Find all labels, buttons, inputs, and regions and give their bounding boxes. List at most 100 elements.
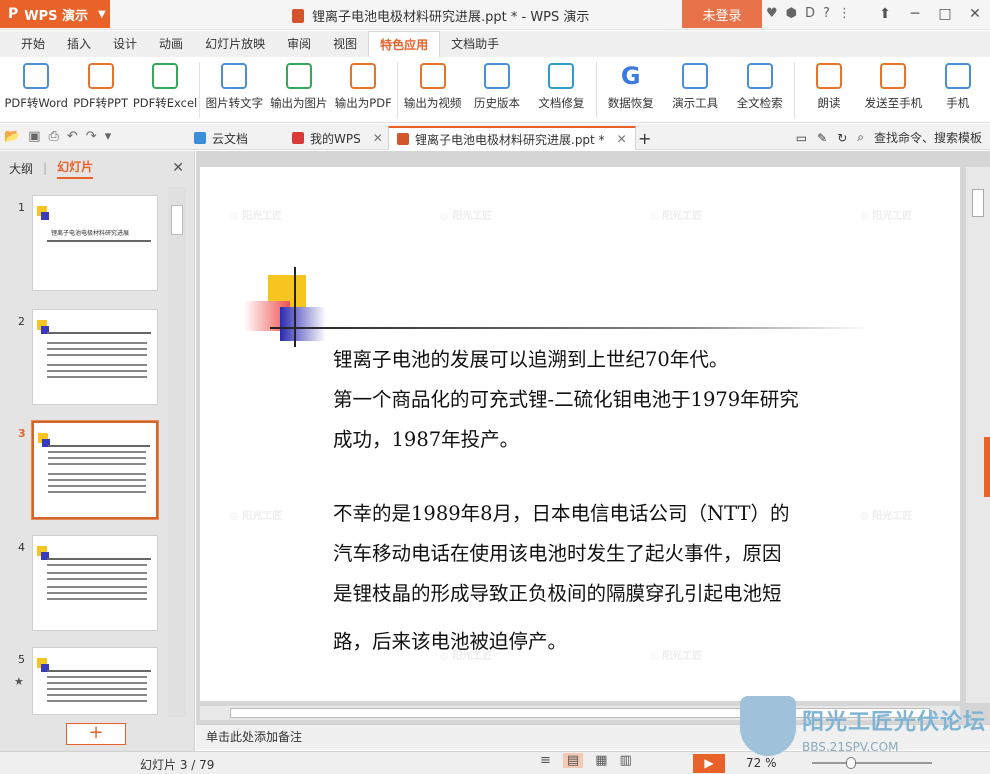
tab-start[interactable]: 开始 — [10, 31, 56, 57]
tab-slides[interactable]: 幻灯片 — [57, 158, 94, 179]
refresh-icon[interactable]: ↻ — [837, 131, 847, 145]
phone-icon — [880, 63, 907, 89]
image-to-text-button[interactable]: 图片转文字 — [202, 57, 266, 123]
collab-icon[interactable]: ✎ — [817, 131, 827, 145]
minimize-button[interactable]: ─ — [900, 0, 930, 28]
doc-repair-button[interactable]: 文档修复 — [529, 57, 593, 123]
restore-up-icon[interactable]: ⬆ — [870, 0, 900, 28]
scroll-thumb[interactable] — [972, 189, 984, 217]
quick-access-toolbar: 📂 ▣ ⎙ ↶ ↷ ▾ — [4, 129, 111, 144]
slide-text-line: 锂离子电池的发展可以追溯到上世纪70年代。 — [333, 348, 729, 371]
close-button[interactable]: ✕ — [960, 0, 990, 28]
slide-thumbnail[interactable]: 锂离子电池电极材料研究进展 — [32, 195, 158, 291]
phone-button[interactable]: 手机 — [926, 57, 990, 123]
redo-icon[interactable]: ↷ — [86, 129, 97, 144]
open-folder-icon[interactable]: 📂 — [4, 129, 20, 144]
more-icon[interactable]: ⋮ — [838, 6, 851, 21]
tab-current-doc[interactable]: 锂离子电池电极材料研究进展.ppt * ✕ — [388, 126, 636, 150]
slide-text-line: 路，后来该电池被迫停产。 — [333, 630, 568, 653]
maximize-button[interactable]: □ — [930, 0, 960, 28]
notes-view-icon[interactable]: ≡ — [540, 753, 551, 768]
tab-outline[interactable]: 大纲 — [9, 160, 33, 177]
thumb-text-lines — [47, 342, 147, 382]
tab-insert[interactable]: 插入 — [56, 31, 102, 57]
panel-scrollbar[interactable] — [168, 187, 186, 717]
close-icon[interactable]: ✕ — [617, 132, 627, 146]
title-icons: ♥ ⬢ D ? ⋮ — [766, 6, 851, 21]
ribbon-label: 全文检索 — [736, 96, 783, 110]
help-icon[interactable]: ? — [823, 6, 830, 21]
print-icon[interactable]: ⎙ — [48, 129, 58, 144]
pdf-icon — [350, 63, 377, 89]
send-to-phone-button[interactable]: 发送至手机 — [861, 57, 925, 123]
wps-logo-icon: P — [8, 6, 19, 22]
vertical-scrollbar[interactable] — [966, 167, 990, 703]
slide-deco-vline — [294, 267, 296, 347]
dropdown-icon[interactable]: ▾ — [105, 129, 112, 144]
window-controls: ⬆ ─ □ ✕ — [870, 0, 990, 28]
export-image-button[interactable]: 输出为图片 — [267, 57, 331, 123]
thumb-title: 锂离子电池电极材料研究进展 — [51, 230, 130, 237]
search-command-field[interactable]: 查找命令、搜索模板 — [874, 129, 982, 146]
new-tab-button[interactable]: + — [630, 126, 659, 150]
ribbon-label: 输出为图片 — [270, 96, 328, 110]
tab-view[interactable]: 视图 — [322, 31, 368, 57]
tab-design[interactable]: 设计 — [102, 31, 148, 57]
settings-icon[interactable]: ⬢ — [786, 6, 797, 21]
read-aloud-button[interactable]: 朗读 — [797, 57, 861, 123]
slide-thumbnail-selected[interactable] — [31, 420, 159, 520]
monitor-icon[interactable]: ▭ — [796, 131, 807, 145]
skin-icon[interactable]: ♥ — [766, 6, 778, 21]
export-video-button[interactable]: 输出为视频 — [400, 57, 464, 123]
slide-text-line: 第一个商品化的可充式锂-二硫化钼电池于1979年研究 — [333, 388, 799, 411]
pdf-to-excel-button[interactable]: PDF转Excel — [133, 57, 197, 123]
divider — [397, 62, 399, 118]
presentation-tools-button[interactable]: 演示工具 — [663, 57, 727, 123]
tab-review[interactable]: 审阅 — [276, 31, 322, 57]
slide-thumbnail[interactable] — [32, 309, 158, 405]
ribbon-label: 手机 — [946, 96, 970, 110]
wps-w-icon — [292, 132, 304, 144]
add-slide-button[interactable]: + — [66, 723, 126, 745]
star-icon: ★ — [14, 675, 24, 688]
title-bar: P WPS 演示 ▼ 锂离子电池电极材料研究进展.ppt * - WPS 演示 … — [0, 0, 990, 30]
pdf-to-ppt-button[interactable]: PDF转PPT — [68, 57, 132, 123]
share-icon[interactable]: D — [805, 6, 815, 21]
tab-cloud-docs[interactable]: 云文档 — [186, 126, 256, 150]
normal-view-icon[interactable]: ▤ — [562, 753, 584, 768]
tab-doc-assistant[interactable]: 文档助手 — [440, 31, 510, 57]
slide-thumbnail[interactable] — [32, 647, 158, 715]
pdf-word-icon — [23, 63, 50, 89]
close-icon[interactable]: ✕ — [373, 131, 383, 145]
document-tabs: 📂 ▣ ⎙ ↶ ↷ ▾ 云文档 我的WPS ✕ 锂离子电池电极材料研究进展.pp… — [0, 124, 990, 150]
thumb-deco — [41, 212, 49, 220]
close-icon[interactable]: ✕ — [172, 160, 184, 176]
slide-text-line: 是锂枝晶的形成导致正负极间的隔膜穿孔引起电池短 — [333, 582, 782, 605]
play-slideshow-button[interactable]: ▶ — [693, 754, 725, 773]
tab-animation[interactable]: 动画 — [148, 31, 194, 57]
export-pdf-button[interactable]: 输出为PDF — [331, 57, 395, 123]
pdf-to-word-button[interactable]: PDF转Word — [4, 57, 68, 123]
undo-icon[interactable]: ↶ — [67, 129, 78, 144]
ribbon-label: 发送至手机 — [864, 96, 923, 110]
tab-my-wps[interactable]: 我的WPS ✕ — [284, 126, 391, 150]
slide-canvas[interactable]: ◎ 阳光工匠 ◎ 阳光工匠 ◎ 阳光工匠 ◎ 阳光工匠 ◎ 阳光工匠 ◎ 阳光工… — [200, 167, 960, 701]
thumb-text-lines — [47, 564, 147, 604]
fulltext-search-button[interactable]: 全文检索 — [727, 57, 791, 123]
app-menu-button[interactable]: P WPS 演示 ▼ — [0, 0, 110, 28]
tab-special-apps[interactable]: 特色应用 — [368, 31, 441, 57]
login-button[interactable]: 未登录 — [682, 0, 762, 28]
data-recovery-button[interactable]: G 数据恢复 — [599, 57, 663, 123]
tab-slideshow[interactable]: 幻灯片放映 — [194, 31, 276, 57]
save-icon[interactable]: ▣ — [28, 129, 40, 144]
ribbon-label: 朗读 — [817, 96, 841, 110]
sorter-view-icon[interactable]: ▦ — [595, 753, 607, 768]
cloud-icon — [194, 132, 206, 144]
reading-view-icon[interactable]: ▥ — [620, 753, 632, 768]
scroll-thumb[interactable] — [171, 205, 183, 235]
history-button[interactable]: 历史版本 — [465, 57, 529, 123]
watermark: ◎ 阳光工匠 — [860, 211, 913, 222]
window-title: 锂离子电池电极材料研究进展.ppt * - WPS 演示 — [292, 6, 589, 25]
slide-thumbnail[interactable] — [32, 535, 158, 631]
recovery-icon: G — [620, 62, 641, 90]
